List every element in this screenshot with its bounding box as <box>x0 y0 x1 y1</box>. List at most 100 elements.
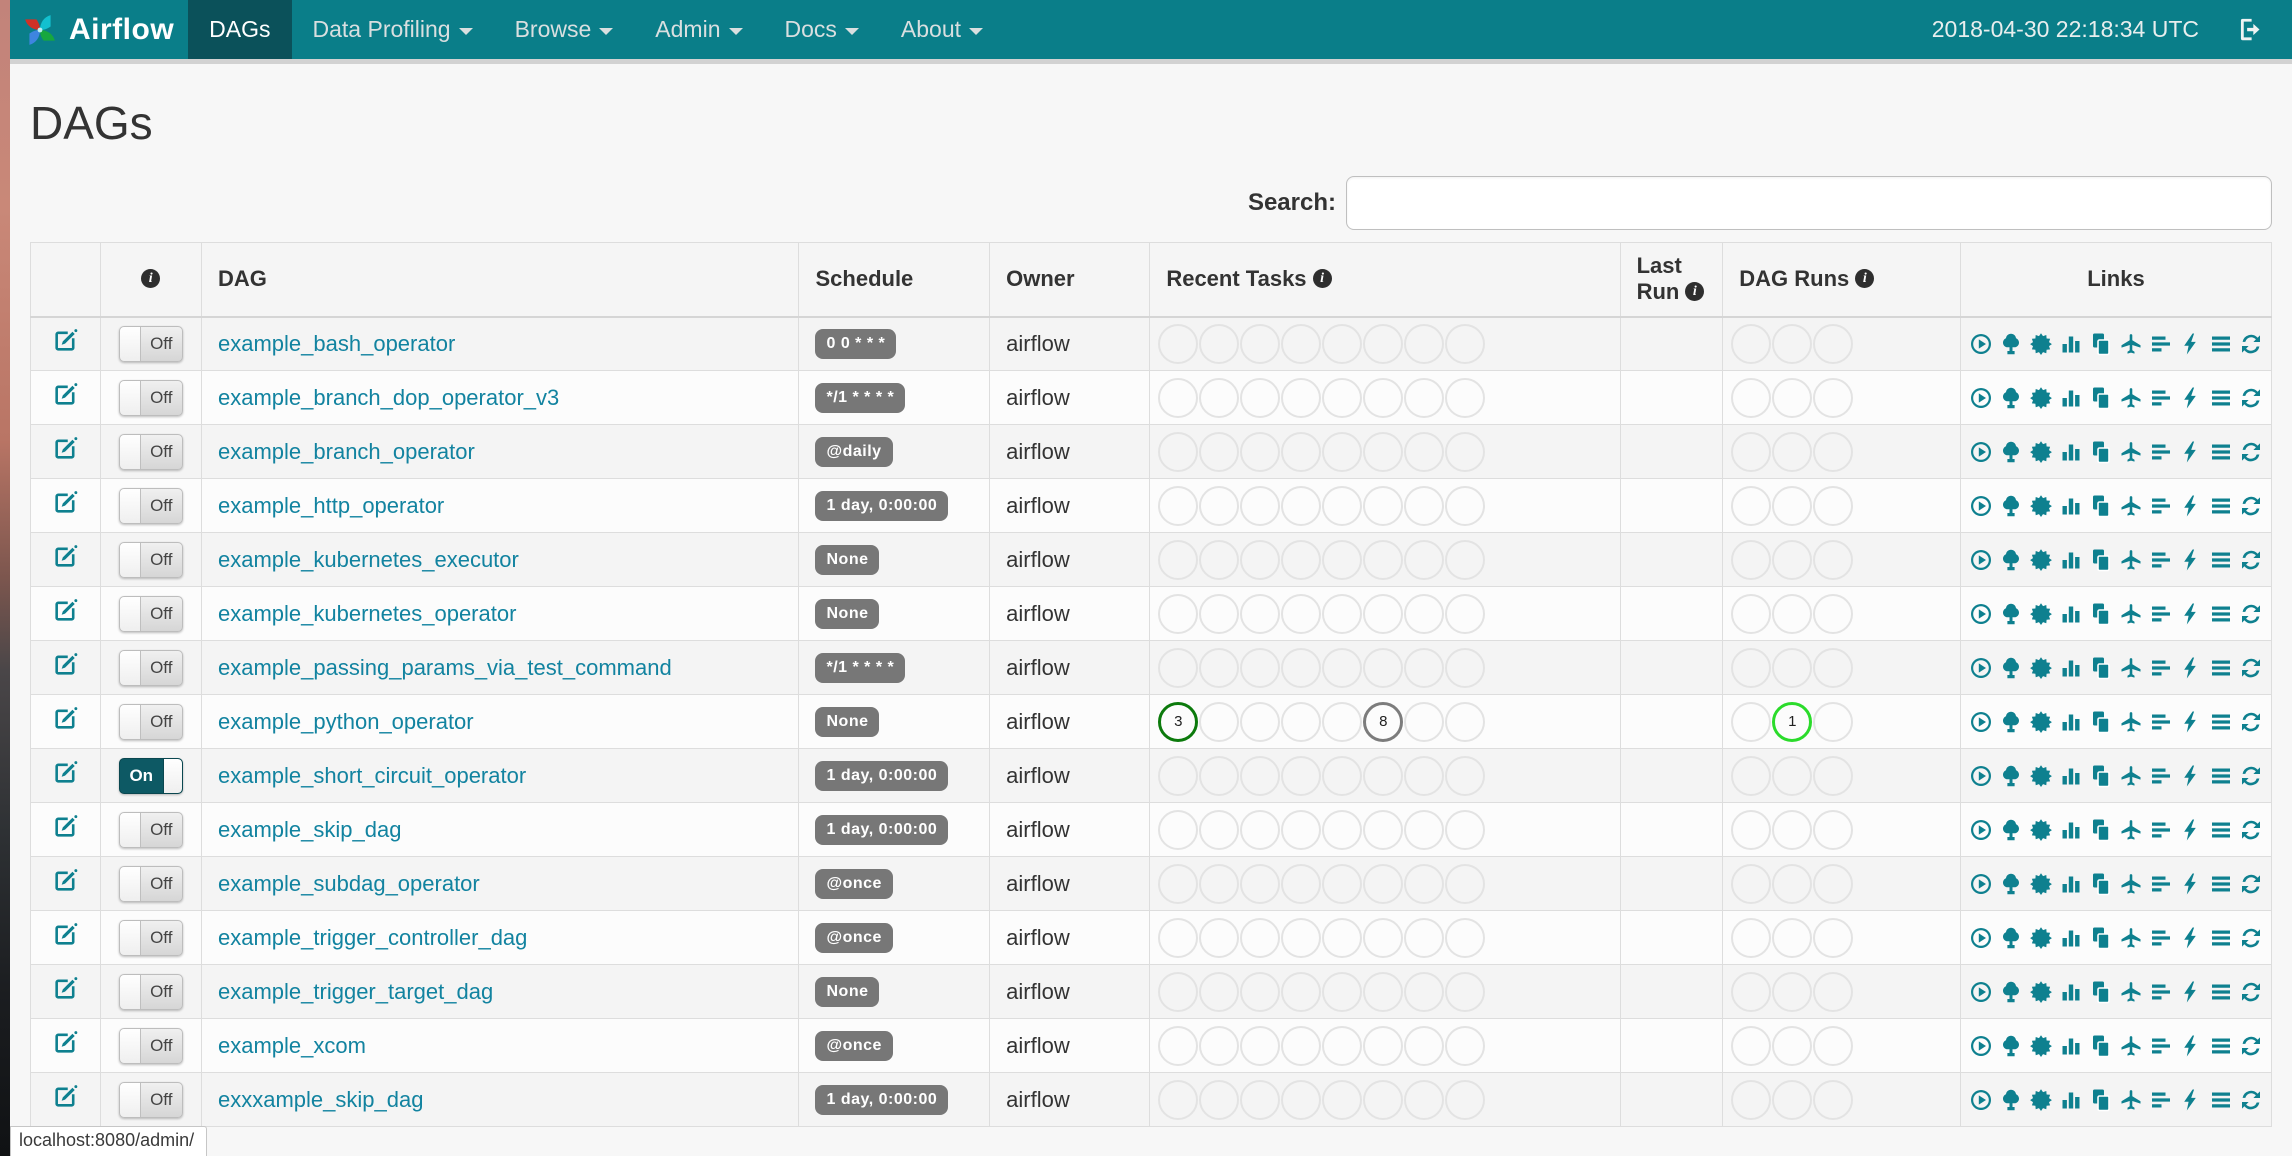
refresh-icon[interactable] <box>2239 440 2263 464</box>
dag-link[interactable]: example_kubernetes_executor <box>218 547 519 572</box>
task-state-circle[interactable] <box>1772 1025 1813 1066</box>
task-state-circle[interactable] <box>1363 1025 1404 1066</box>
task-state-circle[interactable] <box>1363 431 1404 472</box>
task-state-circle[interactable] <box>1404 539 1445 580</box>
edit-dag-icon[interactable] <box>52 381 79 408</box>
task-instances-icon[interactable] <box>2209 656 2233 680</box>
dag-pause-toggle[interactable]: Off <box>118 919 183 956</box>
graph-view-icon[interactable] <box>2029 1088 2053 1112</box>
edit-dag-icon[interactable] <box>52 759 79 786</box>
task-state-circle[interactable] <box>1281 377 1322 418</box>
task-state-circle[interactable] <box>1813 809 1854 850</box>
task-state-circle[interactable] <box>1772 863 1813 904</box>
task-state-circle[interactable] <box>1240 485 1281 526</box>
tree-view-icon[interactable] <box>1999 332 2023 356</box>
task-instances-icon[interactable] <box>2209 602 2233 626</box>
task-duration-icon[interactable] <box>2059 872 2083 896</box>
task-state-circle[interactable] <box>1731 593 1772 634</box>
refresh-icon[interactable] <box>2239 818 2263 842</box>
schedule-badge[interactable]: 1 day, 0:00:00 <box>815 1085 949 1115</box>
code-icon[interactable] <box>2179 710 2203 734</box>
gantt-icon[interactable] <box>2149 548 2173 572</box>
dag-link[interactable]: example_branch_operator <box>218 439 475 464</box>
task-state-circle[interactable] <box>1281 485 1322 526</box>
task-state-circle[interactable] <box>1240 647 1281 688</box>
dag-link[interactable]: example_kubernetes_operator <box>218 601 516 626</box>
code-icon[interactable] <box>2179 818 2203 842</box>
task-tries-icon[interactable] <box>2089 764 2113 788</box>
tree-view-icon[interactable] <box>1999 872 2023 896</box>
graph-view-icon[interactable] <box>2029 440 2053 464</box>
task-state-circle[interactable] <box>1322 323 1363 364</box>
task-state-circle[interactable] <box>1404 593 1445 634</box>
edit-dag-icon[interactable] <box>52 1029 79 1056</box>
task-tries-icon[interactable] <box>2089 1088 2113 1112</box>
task-state-circle[interactable] <box>1322 971 1363 1012</box>
task-duration-icon[interactable] <box>2059 926 2083 950</box>
schedule-badge[interactable]: 1 day, 0:00:00 <box>815 491 949 521</box>
tree-view-icon[interactable] <box>1999 440 2023 464</box>
dag-link[interactable]: example_xcom <box>218 1033 366 1058</box>
gantt-icon[interactable] <box>2149 656 2173 680</box>
task-instances-icon[interactable] <box>2209 764 2233 788</box>
task-state-circle[interactable] <box>1199 917 1240 958</box>
task-state-circle[interactable] <box>1731 701 1772 742</box>
tree-view-icon[interactable] <box>1999 764 2023 788</box>
task-state-circle[interactable] <box>1363 647 1404 688</box>
code-icon[interactable] <box>2179 548 2203 572</box>
task-state-circle[interactable] <box>1240 701 1281 742</box>
trigger-dag-icon[interactable] <box>1969 1088 1993 1112</box>
task-duration-icon[interactable] <box>2059 602 2083 626</box>
task-state-circle[interactable] <box>1240 971 1281 1012</box>
landing-times-icon[interactable] <box>2119 332 2143 356</box>
trigger-dag-icon[interactable] <box>1969 710 1993 734</box>
task-state-circle[interactable] <box>1772 971 1813 1012</box>
nav-item-admin[interactable]: Admin <box>634 0 763 59</box>
dag-link[interactable]: example_trigger_controller_dag <box>218 925 527 950</box>
tree-view-icon[interactable] <box>1999 494 2023 518</box>
task-state-circle[interactable] <box>1240 323 1281 364</box>
refresh-icon[interactable] <box>2239 872 2263 896</box>
refresh-icon[interactable] <box>2239 332 2263 356</box>
task-state-circle[interactable] <box>1281 1079 1322 1120</box>
task-state-circle[interactable] <box>1404 377 1445 418</box>
task-duration-icon[interactable] <box>2059 440 2083 464</box>
tree-view-icon[interactable] <box>1999 1088 2023 1112</box>
task-state-circle[interactable] <box>1281 917 1322 958</box>
trigger-dag-icon[interactable] <box>1969 980 1993 1004</box>
gantt-icon[interactable] <box>2149 602 2173 626</box>
task-state-circle[interactable] <box>1158 485 1199 526</box>
dag-pause-toggle[interactable]: Off <box>118 865 183 902</box>
task-state-circle[interactable] <box>1199 863 1240 904</box>
task-state-circle[interactable] <box>1363 917 1404 958</box>
gantt-icon[interactable] <box>2149 386 2173 410</box>
edit-dag-icon[interactable] <box>52 489 79 516</box>
landing-times-icon[interactable] <box>2119 386 2143 410</box>
task-state-circle[interactable] <box>1363 323 1404 364</box>
tree-view-icon[interactable] <box>1999 1034 2023 1058</box>
task-state-circle[interactable] <box>1445 1079 1486 1120</box>
task-state-circle[interactable] <box>1281 1025 1322 1066</box>
dag-link[interactable]: example_branch_dop_operator_v3 <box>218 385 559 410</box>
task-state-circle[interactable] <box>1199 485 1240 526</box>
edit-dag-icon[interactable] <box>52 867 79 894</box>
landing-times-icon[interactable] <box>2119 818 2143 842</box>
task-state-circle[interactable] <box>1813 755 1854 796</box>
task-state-circle[interactable] <box>1199 539 1240 580</box>
task-state-circle[interactable] <box>1281 809 1322 850</box>
schedule-badge[interactable]: @once <box>815 1031 893 1061</box>
dag-link[interactable]: example_short_circuit_operator <box>218 763 526 788</box>
task-state-circle[interactable] <box>1772 539 1813 580</box>
graph-view-icon[interactable] <box>2029 386 2053 410</box>
task-instances-icon[interactable] <box>2209 1034 2233 1058</box>
landing-times-icon[interactable] <box>2119 602 2143 626</box>
dag-link[interactable]: example_bash_operator <box>218 331 455 356</box>
task-state-circle[interactable] <box>1240 1079 1281 1120</box>
schedule-badge[interactable]: @daily <box>815 437 893 467</box>
graph-view-icon[interactable] <box>2029 332 2053 356</box>
task-state-circle[interactable]: 8 <box>1363 701 1404 742</box>
task-tries-icon[interactable] <box>2089 656 2113 680</box>
edit-dag-icon[interactable] <box>52 975 79 1002</box>
task-state-circle[interactable] <box>1813 431 1854 472</box>
graph-view-icon[interactable] <box>2029 494 2053 518</box>
